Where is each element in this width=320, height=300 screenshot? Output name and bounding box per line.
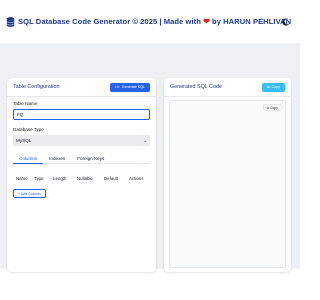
title-text: SQL Database Code Generator © 2025 | Mad…	[18, 17, 204, 26]
generate-sql-label: Generate SQL	[121, 85, 145, 89]
generate-sql-button[interactable]: </> Generate SQL	[109, 82, 150, 92]
copy-icon: ⧉	[266, 105, 270, 110]
column-header-length: Length	[53, 176, 67, 181]
code-icon: </>	[114, 85, 120, 89]
tab-columns[interactable]: Columns	[13, 153, 44, 164]
sql-code-output[interactable]: ⧉ Copy	[169, 100, 286, 268]
copy-label: Copy	[271, 85, 280, 89]
inline-copy-button[interactable]: ⧉ Copy	[262, 104, 282, 111]
heart-icon: ❤	[203, 17, 210, 26]
table-name-input[interactable]: FQ	[13, 109, 150, 120]
database-type-select[interactable]: MySQL ⌄	[13, 135, 150, 146]
database-type-value: MySQL	[16, 138, 32, 143]
card-header: Table Configuration </> Generate SQL	[7, 78, 156, 97]
title-author: by HARUN PEHLIVAN	[209, 17, 292, 26]
add-column-label: + Add Column	[18, 191, 41, 196]
column-header-name: Name	[16, 176, 28, 181]
column-header-nullable: Nullable	[77, 176, 93, 181]
column-header-default: Default	[104, 176, 118, 181]
table-configuration-card: Table Configuration </> Generate SQL Tab…	[7, 78, 156, 272]
tab-foreign-keys[interactable]: Foreign Keys	[71, 153, 110, 164]
column-header-type: Type	[34, 176, 44, 181]
tab-indexes[interactable]: Indexes	[43, 153, 71, 164]
app-header: SQL Database Code Generator © 2025 | Mad…	[0, 0, 300, 43]
config-tabs: Columns Indexes Foreign Keys	[13, 153, 150, 164]
column-header-actions: Actions	[129, 176, 144, 181]
database-icon	[6, 16, 15, 27]
moon-icon	[282, 18, 290, 26]
table-name-value: FQ	[17, 112, 24, 117]
card-title: Table Configuration	[13, 84, 60, 90]
database-type-label: Database Type	[13, 127, 44, 132]
card-header: Generated SQL Code ⧉ Copy	[164, 78, 291, 97]
card-title: Generated SQL Code	[170, 84, 222, 90]
generated-sql-card: Generated SQL Code ⧉ Copy ⧉ Copy	[164, 78, 291, 272]
chevron-down-icon: ⌄	[143, 138, 147, 143]
columns-table-header: Name Type Length Nullable Default Action…	[13, 176, 150, 181]
app-title: SQL Database Code Generator © 2025 | Mad…	[18, 17, 291, 26]
copy-button[interactable]: ⧉ Copy	[262, 82, 285, 92]
copy-icon: ⧉	[267, 85, 270, 89]
add-column-button[interactable]: + Add Column	[13, 189, 46, 198]
inline-copy-label: Copy	[270, 105, 278, 110]
table-name-label: Table Name	[13, 101, 38, 106]
theme-toggle[interactable]	[282, 13, 292, 26]
